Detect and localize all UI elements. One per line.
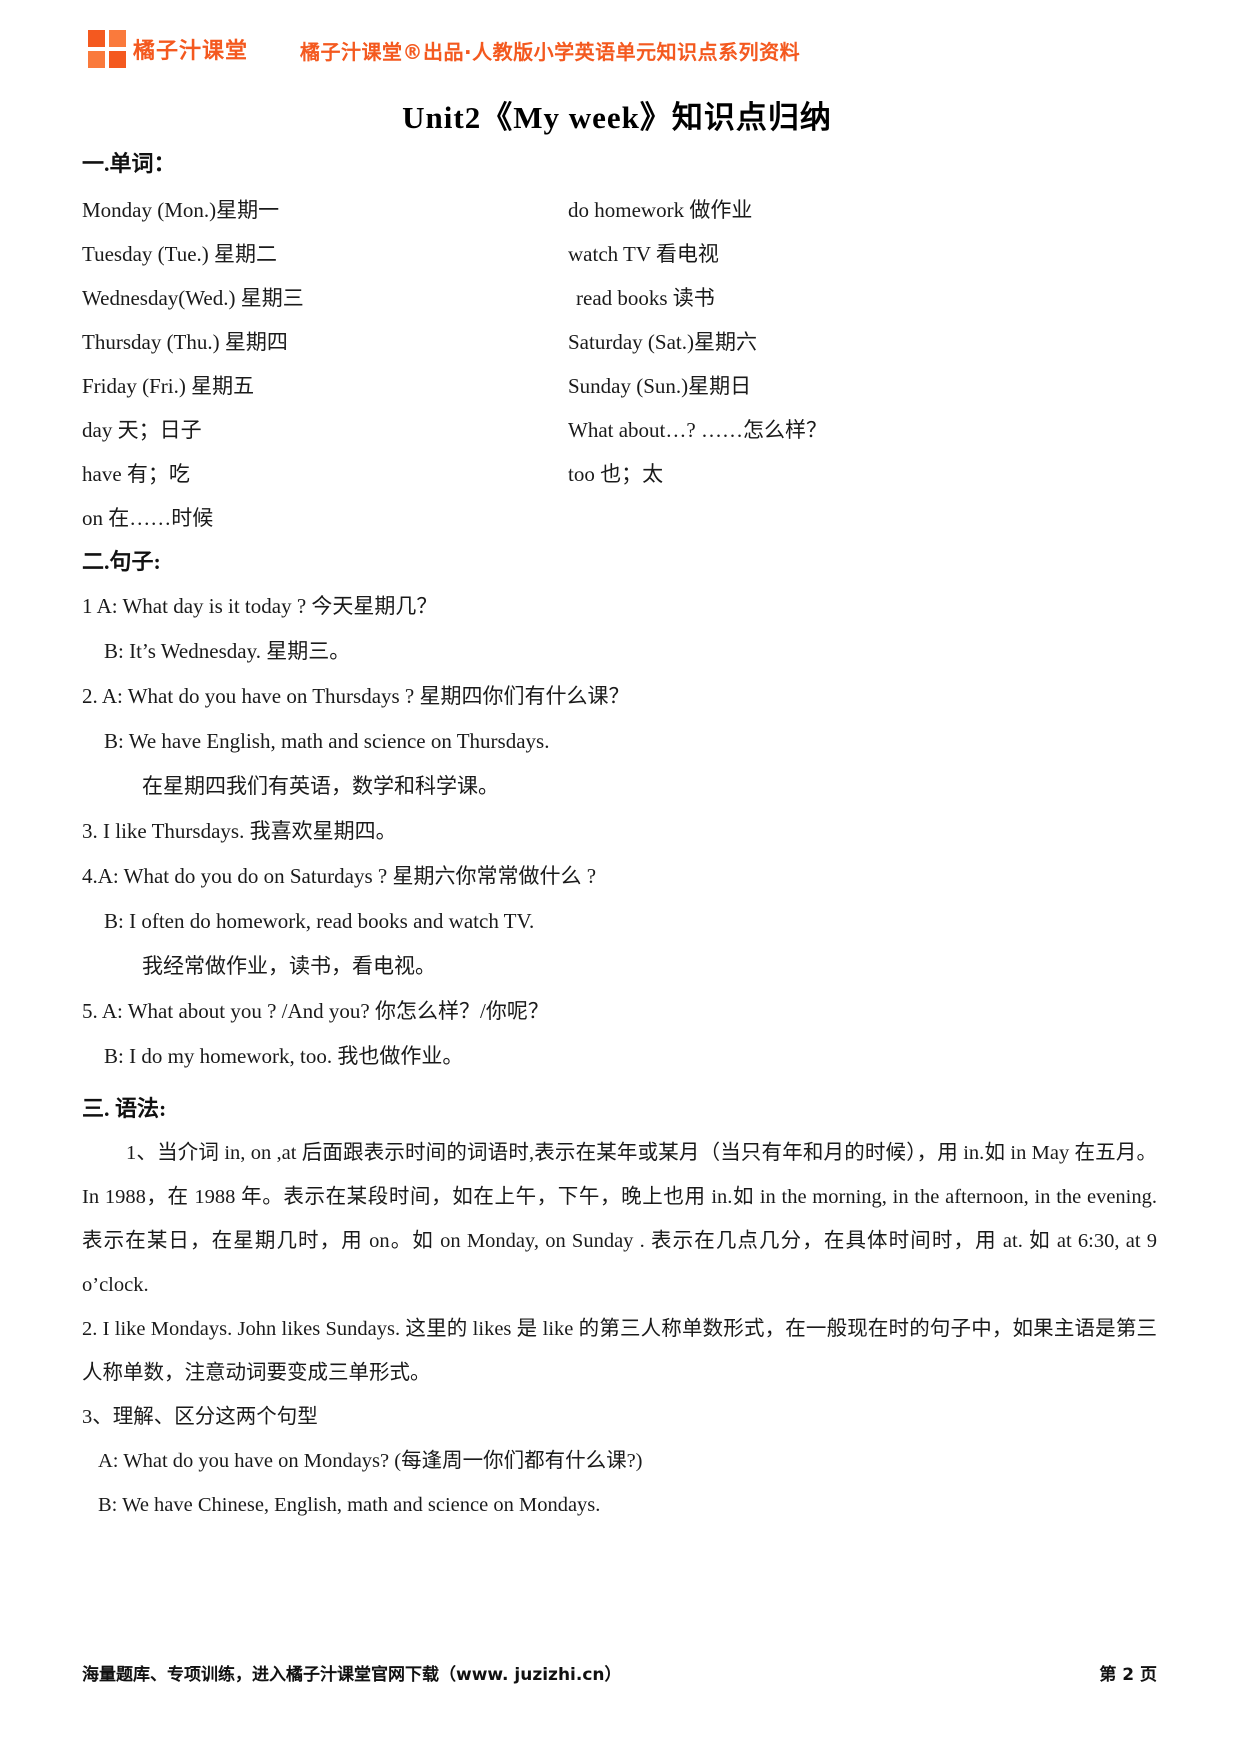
vocab-row: day 天；日子 What about…? ……怎么样？ [82,408,1157,452]
vocab-row: Monday (Mon.)星期一 do homework 做作业 [82,188,1157,232]
vocab-term-right: too 也；太 [568,462,664,486]
vocab-term-right: read books 读书 [576,286,715,310]
sentence-line: 4.A: What do you do on Saturdays ? 星期六你常… [82,864,597,888]
section-heading-sentences: 二.句子: [82,549,161,574]
sentences-list: 1 A: What day is it today ? 今天星期几？ B: It… [82,584,1157,1079]
grammar-paragraph: A: What do you have on Mondays? (每逢周一你们都… [98,1450,643,1472]
vocab-row: Thursday (Thu.) 星期四 Saturday (Sat.)星期六 [82,320,1157,364]
vocab-row: have 有；吃 too 也；太 [82,452,1157,496]
sentence-line: 在星期四我们有英语，数学和科学课。 [142,774,499,798]
vocab-term-right: watch TV 看电视 [568,242,719,266]
grid-squares-icon [88,30,126,68]
vocabulary-list: Monday (Mon.)星期一 do homework 做作业 Tuesday… [82,188,1157,540]
footer-note: 海量题库、专项训练，进入橘子汁课堂官网下载（www. juzizhi.cn） [82,1665,622,1685]
page-header: 橘子汁课堂 橘子汁课堂®出品·人教版小学英语单元知识点系列资料 [0,22,1234,84]
vocab-term-right: What about…? ……怎么样？ [568,418,827,442]
vocab-term-left: Tuesday (Tue.) 星期二 [82,242,278,266]
sentence-line: B: We have English, math and science on … [104,729,550,753]
grammar-paragraph: 1、当介词 in, on ,at 后面跟表示时间的词语时,表示在某年或某月（当只… [82,1142,1157,1296]
sentence-line: 2. A: What do you have on Thursdays ? 星期… [82,684,630,708]
sentence-line: 5. A: What about you ? /And you? 你怎么样？/你… [82,999,549,1023]
vocab-term-left: Friday (Fri.) 星期五 [82,374,255,398]
sentence-line: B: I do my homework, too. 我也做作业。 [104,1044,464,1068]
grammar-paragraph: 2. I like Mondays. John likes Sundays. 这… [82,1318,1157,1384]
section-heading-vocabulary: 一.单词： [82,151,176,176]
page-footer: 海量题库、专项训练，进入橘子汁课堂官网下载（www. juzizhi.cn） 第… [82,1660,1157,1690]
sentence-line: 我经常做作业，读书，看电视。 [142,954,436,978]
vocab-term-left: Thursday (Thu.) 星期四 [82,330,288,354]
vocab-row: Friday (Fri.) 星期五 Sunday (Sun.)星期日 [82,364,1157,408]
grammar-paragraph: B: We have Chinese, English, math and sc… [98,1494,601,1516]
sentence-line: B: It’s Wednesday. 星期三。 [104,639,351,663]
vocab-term-left: have 有；吃 [82,462,190,486]
document-page: 橘子汁课堂 橘子汁课堂®出品·人教版小学英语单元知识点系列资料 Unit2《My… [0,0,1234,1747]
header-tagline: 橘子汁课堂®出品·人教版小学英语单元知识点系列资料 [300,40,801,64]
grammar-list: 1、当介词 in, on ,at 后面跟表示时间的词语时,表示在某年或某月（当只… [82,1131,1157,1527]
section-heading-grammar: 三. 语法: [82,1096,167,1121]
vocab-term-right: do homework 做作业 [568,198,753,222]
brand-name: 橘子汁课堂 [133,39,249,64]
brand-logo: 橘子汁课堂 [88,30,248,68]
document-content: 一.单词： Monday (Mon.)星期一 do homework 做作业 T… [82,142,1157,1527]
vocab-term-left: day 天；日子 [82,418,202,442]
sentence-line: B: I often do homework, read books and w… [104,909,535,933]
page-title: Unit2《My week》知识点归纳 [402,100,832,135]
vocab-row: Wednesday(Wed.) 星期三 read books 读书 [82,276,1157,320]
vocab-row: on 在……时候 [82,496,1157,540]
page-number: 第 2 页 [1099,1665,1157,1685]
vocab-term-left: Wednesday(Wed.) 星期三 [82,286,304,310]
vocab-term-left: Monday (Mon.)星期一 [82,198,280,222]
sentence-line: 3. I like Thursdays. 我喜欢星期四。 [82,819,397,843]
vocab-term-right: Saturday (Sat.)星期六 [568,330,757,354]
grammar-paragraph: 3、理解、区分这两个句型 [82,1406,318,1428]
vocab-row: Tuesday (Tue.) 星期二 watch TV 看电视 [82,232,1157,276]
vocab-term-left: on 在……时候 [82,506,214,530]
sentence-line: 1 A: What day is it today ? 今天星期几？ [82,594,438,618]
vocab-term-right: Sunday (Sun.)星期日 [568,374,752,398]
